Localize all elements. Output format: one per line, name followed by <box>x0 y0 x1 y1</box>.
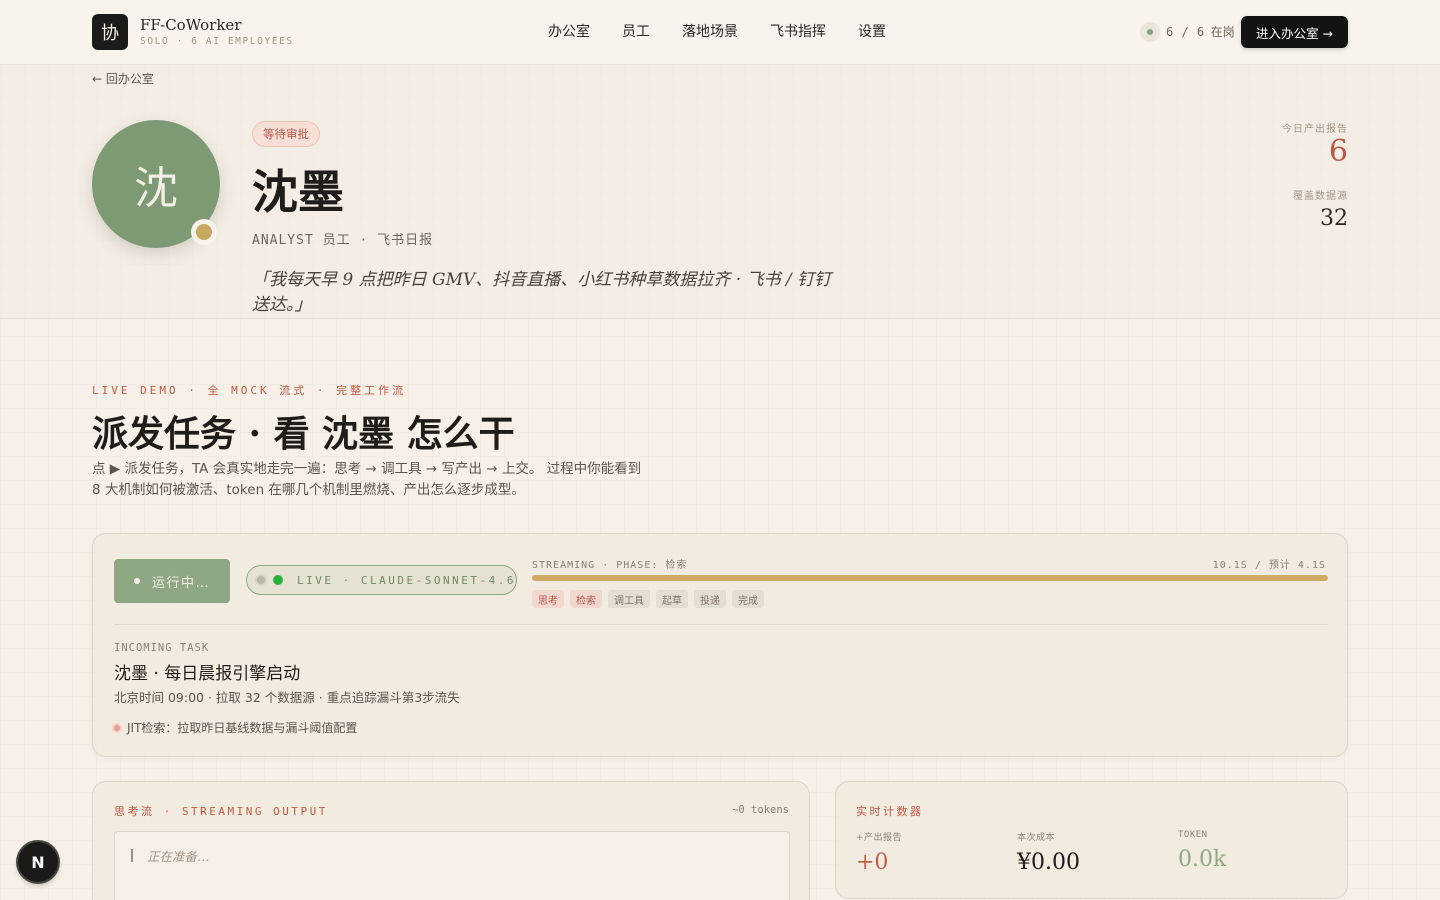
online-status: 6 / 6 在岗 <box>1140 22 1235 42</box>
employee-name: 沈墨 <box>252 165 344 219</box>
stat-data-sources: 覆盖数据源 32 <box>1293 187 1348 236</box>
progress-fill <box>532 575 1328 581</box>
token-count: ~0 tokens <box>732 804 789 816</box>
counter-reports-value: +0 <box>856 850 889 875</box>
thinking-output-box: 正在准备… <box>114 831 790 900</box>
text-cursor-icon <box>131 849 133 862</box>
run-card: 运行中… LIVE · CLAUDE-SONNET-4.6 STREAMING … <box>92 533 1348 757</box>
task-title: 沈墨 · 每日晨报引擎启动 <box>114 664 301 684</box>
brand-subtitle: SOLO · 6 AI EMPLOYEES <box>140 36 294 47</box>
nav-office[interactable]: 办公室 <box>548 22 590 42</box>
thinking-placeholder: 正在准备… <box>147 849 210 864</box>
phase-list: 思考 检索 调工具 起草 投递 完成 <box>532 590 764 608</box>
nav-employees[interactable]: 员工 <box>622 22 650 42</box>
counter-cost-value: ¥0.00 <box>1017 850 1080 875</box>
demo-eyebrow: LIVE DEMO · 全 MOCK 流式 · 完整工作流 <box>92 384 407 397</box>
jit-status: JIT检索：拉取昨日基线数据与漏斗阈值配置 <box>112 719 357 736</box>
counter-cost-label: 本次成本 <box>1017 833 1056 843</box>
counter-token-label: TOKEN <box>1178 830 1208 840</box>
divider <box>114 624 1328 625</box>
jit-dot-icon <box>112 722 122 733</box>
demo-description-line-1: 点 ▶ 派发任务，TA 会真实地走完一遍：思考 → 调工具 → 写产出 → 上交… <box>92 461 642 477</box>
thinking-stream-panel: 思考流 · STREAMING OUTPUT ~0 tokens 正在准备… <box>92 781 810 900</box>
nav-feishu-command[interactable]: 飞书指挥 <box>770 22 826 42</box>
counter-token-value: 0.0k <box>1178 847 1227 872</box>
live-model-label: LIVE · CLAUDE-SONNET-4.6 <box>297 573 516 587</box>
stat-data-sources-label: 覆盖数据源 <box>1293 191 1348 202</box>
phase-chip: 完成 <box>732 590 764 608</box>
phase-chip: 起草 <box>656 590 688 608</box>
counter-reports: +产出报告 +0 <box>856 830 902 877</box>
task-meta: 北京时间 09:00 · 拉取 32 个数据源 · 重点追踪漏斗第3步流失 <box>114 690 460 705</box>
enter-office-button[interactable]: 进入办公室 → <box>1241 16 1348 48</box>
jit-label: JIT检索：拉取昨日基线数据与漏斗阈值配置 <box>127 721 358 735</box>
progress-bar <box>532 575 1328 581</box>
nav-scenarios[interactable]: 落地场景 <box>682 22 738 42</box>
phase-chip: 投递 <box>694 590 726 608</box>
incoming-task-label: INCOMING TASK <box>114 642 210 654</box>
counter-reports-label: +产出报告 <box>856 833 903 843</box>
counter-token: TOKEN 0.0k <box>1178 830 1226 874</box>
brand-logo: 协 <box>92 14 128 50</box>
back-to-office-link[interactable]: ← 回办公室 <box>92 70 154 87</box>
counter-cost: 本次成本 ¥0.00 <box>1017 830 1080 877</box>
nav-settings[interactable]: 设置 <box>858 22 886 42</box>
top-bar: 协 FF-CoWorker SOLO · 6 AI EMPLOYEES 办公室 … <box>0 0 1440 65</box>
avatar-status-icon <box>191 219 217 245</box>
online-label: 在岗 <box>1210 25 1235 39</box>
live-dot-icon <box>273 575 283 585</box>
running-dot-icon <box>133 578 140 584</box>
online-dot-icon <box>1140 22 1160 42</box>
brand[interactable]: 协 FF-CoWorker SOLO · 6 AI EMPLOYEES <box>92 14 294 50</box>
phase-chip: 思考 <box>532 590 564 608</box>
running-button[interactable]: 运行中… <box>114 559 230 603</box>
streaming-time-label: 10.1S / 预计 4.1S <box>1212 560 1326 571</box>
demo-title: 派发任务 · 看 沈墨 怎么干 <box>92 413 515 455</box>
status-badge: 等待审批 <box>252 121 320 147</box>
dev-tools-badge[interactable]: N <box>18 842 58 882</box>
phase-chip: 调工具 <box>608 590 650 608</box>
streaming-phase-label: STREAMING · PHASE: 检索 <box>532 560 688 571</box>
stat-reports-today-label: 今日产出报告 <box>1282 124 1348 135</box>
phase-chip: 检索 <box>570 590 602 608</box>
demo-description: 点 ▶ 派发任务，TA 会真实地走完一遍：思考 → 调工具 → 写产出 → 上交… <box>92 459 692 501</box>
realtime-counter-panel: 实时计数器 +产出报告 +0 本次成本 ¥0.00 TOKEN 0.0k <box>835 781 1348 899</box>
thinking-stream-header: 思考流 · STREAMING OUTPUT <box>114 805 328 818</box>
stat-data-sources-value: 32 <box>1320 206 1348 231</box>
idle-dot-icon <box>257 576 265 584</box>
stat-reports-today: 今日产出报告 6 <box>1282 120 1348 169</box>
stat-reports-today-value: 6 <box>1328 134 1348 169</box>
brand-name: FF-CoWorker <box>140 16 242 34</box>
employee-role: ANALYST 员工 · 飞书日报 <box>252 233 434 248</box>
online-count: 6 / 6 <box>1166 25 1205 39</box>
running-button-label: 运行中… <box>151 575 210 591</box>
demo-description-line-2: 8 大机制如何被激活、token 在哪几个机制里燃烧、产出怎么逐步成型。 <box>92 482 525 498</box>
counter-header: 实时计数器 <box>856 805 924 818</box>
employee-quote: 「我每天早 9 点把昨日 GMV、抖音直播、小红书种草数据拉齐 · 飞书 / 钉… <box>252 270 832 315</box>
main-nav: 办公室 员工 落地场景 飞书指挥 设置 <box>548 22 886 42</box>
live-model-pill: LIVE · CLAUDE-SONNET-4.6 <box>246 565 517 595</box>
